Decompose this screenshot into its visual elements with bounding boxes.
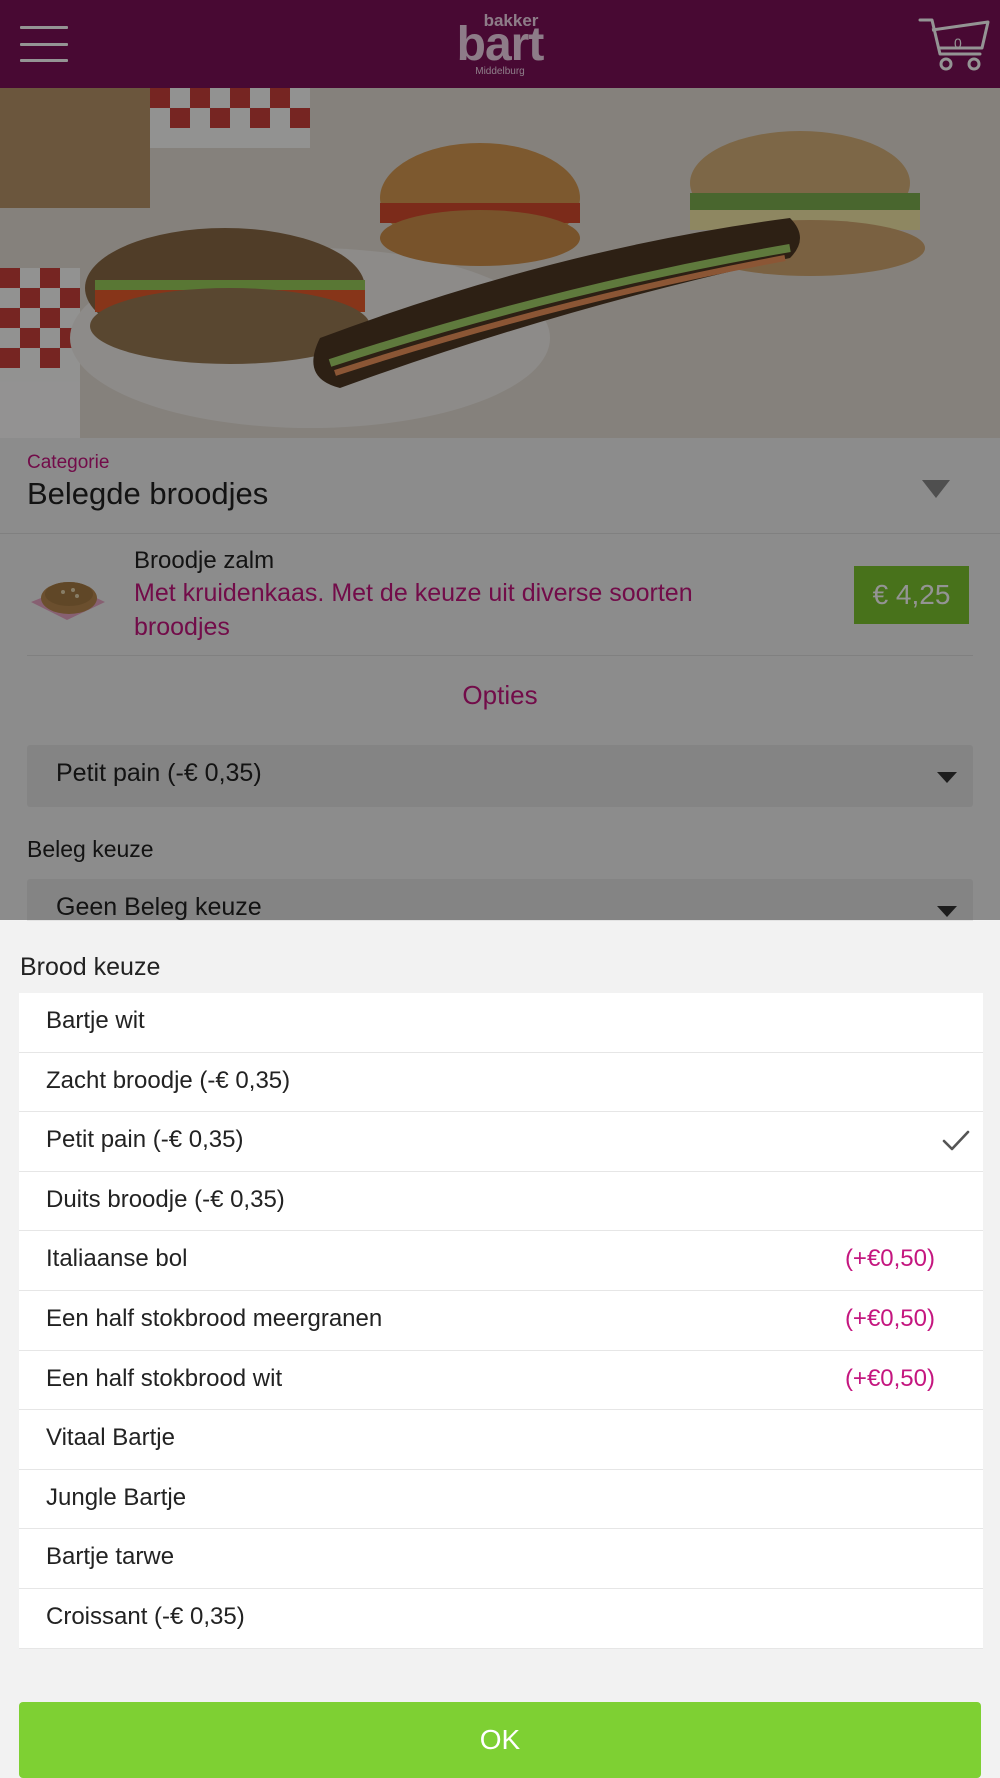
picker-option[interactable]: Jungle Bartje xyxy=(19,1469,983,1530)
shopping-cart-icon[interactable]: 0 xyxy=(918,12,990,76)
price-badge: € 4,25 xyxy=(854,566,969,624)
picker-option[interactable]: Italiaanse bol (+€0,50) xyxy=(19,1231,983,1291)
bread-select[interactable]: Petit pain (-€ 0,35) xyxy=(27,745,973,807)
bread-picker-sheet: Brood keuze Bartje wit Zacht broodje (-€… xyxy=(0,921,1000,1778)
option-label: Bartje tarwe xyxy=(46,1543,175,1571)
picker-option-list: Bartje wit Zacht broodje (-€ 0,35) Petit… xyxy=(19,993,983,1649)
picker-option[interactable]: Croissant (-€ 0,35) xyxy=(19,1588,983,1649)
option-label: Een half stokbrood meergranen xyxy=(46,1304,383,1332)
option-label: Petit pain (-€ 0,35) xyxy=(46,1126,244,1154)
beleg-label: Beleg keuze xyxy=(27,836,154,862)
picker-option-selected[interactable]: Petit pain (-€ 0,35) xyxy=(19,1112,983,1172)
option-label: Vitaal Bartje xyxy=(46,1424,175,1452)
product-row: Broodje zalm Met kruidenkaas. Met de keu… xyxy=(27,540,973,656)
option-label: Duits broodje (-€ 0,35) xyxy=(46,1185,285,1213)
picker-option[interactable]: Zacht broodje (-€ 0,35) xyxy=(19,1052,983,1113)
option-label: Bartje wit xyxy=(46,1007,145,1034)
logo[interactable]: bakker bart Middelburg xyxy=(456,12,545,77)
triangle-down-icon xyxy=(937,906,957,917)
options-heading: Opties xyxy=(462,680,538,710)
product-thumbnail xyxy=(27,564,109,624)
option-label: Croissant (-€ 0,35) xyxy=(46,1602,245,1630)
top-bar: bakker bart Middelburg 0 xyxy=(0,0,1000,88)
bread-select-value: Petit pain (-€ 0,35) xyxy=(56,759,262,787)
category-label: Categorie xyxy=(27,452,110,473)
option-label: Zacht broodje (-€ 0,35) xyxy=(46,1066,291,1094)
picker-option[interactable]: Een half stokbrood wit (+€0,50) xyxy=(19,1350,983,1411)
cart-count: 0 xyxy=(954,35,962,51)
picker-option[interactable]: Bartje wit xyxy=(19,993,983,1053)
option-label: Een half stokbrood wit xyxy=(46,1364,283,1392)
option-surcharge: (+€0,50) xyxy=(844,1304,935,1332)
category-value: Belegde broodjes xyxy=(27,476,269,511)
picker-option[interactable]: Duits broodje (-€ 0,35) xyxy=(19,1171,983,1232)
picker-title: Brood keuze xyxy=(20,953,161,981)
option-surcharge: (+€0,50) xyxy=(844,1245,935,1273)
picker-option[interactable]: Bartje tarwe xyxy=(19,1529,983,1589)
checkmark-icon xyxy=(942,1130,970,1151)
product-name: Broodje zalm xyxy=(134,547,275,574)
picker-option[interactable]: Vitaal Bartje xyxy=(19,1410,983,1470)
product-description: Met kruidenkaas. Met de keuze uit divers… xyxy=(134,579,693,641)
option-label: Italiaanse bol xyxy=(46,1245,188,1273)
picker-option[interactable]: Een half stokbrood meergranen (+€0,50) xyxy=(19,1290,983,1351)
ok-button[interactable]: OK xyxy=(19,1702,981,1778)
option-label: Jungle Bartje xyxy=(46,1483,187,1511)
triangle-down-icon xyxy=(937,772,957,783)
hamburger-menu-icon[interactable] xyxy=(20,26,68,62)
hero-image xyxy=(0,88,1000,438)
triangle-down-icon xyxy=(922,480,950,498)
category-select[interactable]: Categorie Belegde broodjes xyxy=(0,438,1000,534)
option-surcharge: (+€0,50) xyxy=(844,1364,935,1392)
beleg-select-value: Geen Beleg keuze xyxy=(56,893,262,921)
logo-big-text: bart xyxy=(456,18,545,71)
